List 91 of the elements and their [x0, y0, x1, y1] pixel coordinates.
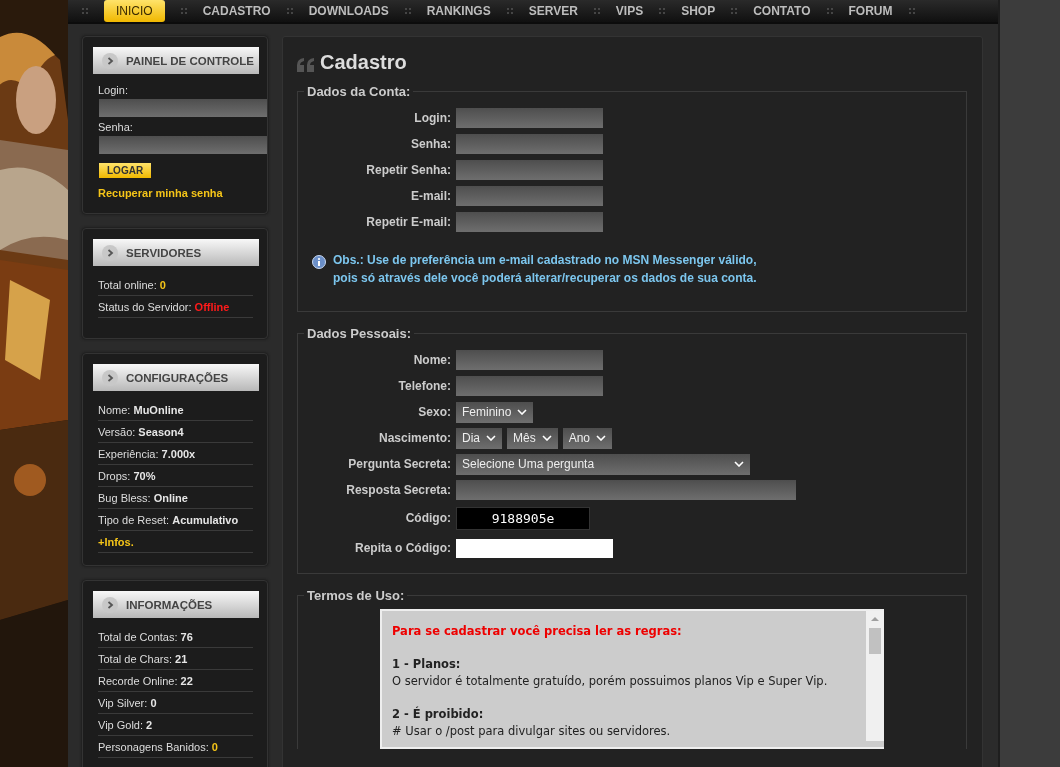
grip-icon	[286, 8, 293, 14]
input-field[interactable]	[99, 136, 267, 154]
stat-text: Drops: 70%	[98, 469, 156, 482]
field-label: Nascimento:	[377, 431, 451, 445]
grip-icon	[659, 8, 666, 14]
field-label: Nome:	[412, 353, 451, 367]
nav-link[interactable]: VIPS	[615, 0, 644, 22]
more-info-link[interactable]: +Infos.	[98, 535, 134, 548]
nav-link[interactable]: CONTATO	[753, 0, 811, 22]
caret-icon	[734, 461, 744, 467]
nav-link[interactable]: DOWNLOADS	[308, 0, 389, 22]
stat-text: Status do Servidor: Offline	[98, 300, 230, 313]
scrollbar[interactable]	[866, 611, 884, 741]
field-label: Login:	[413, 111, 451, 125]
field-label: Código:	[404, 511, 451, 525]
input-field[interactable]	[456, 134, 603, 154]
panel-title: CONFIGURAÇÕES	[126, 371, 229, 384]
grip-icon	[404, 8, 411, 14]
dropdown[interactable]: Feminino	[456, 401, 534, 423]
grip-icon	[731, 8, 738, 14]
stat-text: Vip Gold: 2	[98, 718, 153, 731]
field-label: Senha:	[410, 137, 451, 151]
input-field[interactable]	[456, 212, 603, 232]
section-legend: Termos de Uso:	[304, 588, 408, 603]
field-label: Pergunta Secreta:	[347, 457, 451, 471]
nav-link[interactable]: RANKINGS	[426, 0, 491, 22]
stat-text: Personagens Banidos: 0	[98, 740, 218, 753]
dropdown[interactable]: Ano	[562, 427, 613, 449]
terms-line: # Usar o /post para divulgar sites ou servidores.	[392, 723, 672, 740]
input-field[interactable]	[456, 186, 603, 206]
caret-icon	[596, 435, 607, 441]
stat-text: Recorde Online: 22	[98, 674, 193, 687]
grip-icon	[826, 8, 833, 14]
caret-icon	[517, 409, 528, 415]
field-label: Telefone:	[397, 379, 451, 393]
stat-text: Tipo de Reset: Acumulativo	[98, 513, 239, 526]
page-title: Cadastro	[320, 51, 407, 74]
grip-icon	[180, 8, 187, 14]
field-label: Sexo:	[417, 405, 451, 419]
input-field[interactable]	[456, 108, 603, 128]
input-field[interactable]	[99, 99, 267, 117]
panel-title: SERVIDORES	[126, 246, 202, 259]
stat-text: Total de Chars: 21	[98, 652, 188, 665]
recover-password-link[interactable]: Recuperar minha senha	[98, 187, 223, 199]
terms-line: O servidor é totalmente gratuído, porém possuimos planos Vip e Super Vip.	[392, 673, 829, 690]
section-legend: Dados Pessoais:	[304, 326, 415, 341]
field-label: Repita o Código:	[354, 541, 451, 555]
caret-icon	[486, 435, 496, 441]
nav-link[interactable]: SERVER	[528, 0, 578, 22]
field-label: Senha:	[98, 121, 133, 133]
nav-link[interactable]: SHOP	[681, 0, 716, 22]
terms-line: 1 - Planos:	[392, 656, 462, 674]
panel-title: PAINEL DE CONTROLE	[126, 54, 254, 67]
input-field[interactable]	[456, 376, 603, 396]
stat-text: Experiência: 7.000x	[98, 447, 196, 460]
note-text: Obs.: Use de preferência um e-mail cadastrado no MSN Messenger válido, pois só através dele você poderá alterar/recuperar os dados de sua conta.	[333, 252, 757, 287]
field-label: Repetir Senha:	[365, 163, 451, 177]
nav-link[interactable]: CADASTRO	[202, 0, 271, 22]
stat-text: Nome: MuOnline	[98, 403, 184, 416]
caret-icon	[541, 435, 552, 441]
field-label: Repetir E-mail:	[365, 215, 451, 229]
terms-line: Para se cadastrar você precisa ler as regras:	[392, 623, 683, 640]
login-button[interactable]: LOGAR	[99, 163, 152, 178]
panel-title: INFORMAÇÕES	[126, 598, 213, 611]
nav-link[interactable]: FORUM	[848, 0, 893, 22]
grip-icon	[908, 8, 915, 14]
stat-text: Total online: 0	[98, 278, 166, 291]
input-field[interactable]	[456, 538, 613, 558]
grip-icon	[506, 8, 513, 14]
terms-line: 2 - É proibido:	[392, 706, 485, 724]
input-field[interactable]	[456, 480, 796, 500]
input-field[interactable]	[456, 160, 603, 180]
section-legend: Dados da Conta:	[304, 84, 414, 99]
field-label: Login:	[98, 84, 128, 96]
input-field[interactable]	[456, 350, 603, 370]
dropdown[interactable]: Mês	[507, 427, 558, 449]
terms-text-area[interactable]: Para se cadastrar você precisa ler as regras: 1 - Planos: O servidor é totalmente gratuído, porém possuimos planos Vip e Super Vip. 2 - É proibido: # Usar o /post para divulgar sites ou servidores.	[380, 609, 884, 749]
stat-text: Vip Silver: 0	[98, 696, 157, 709]
quote-icon	[297, 57, 315, 72]
grip-icon	[82, 8, 88, 14]
grip-icon	[593, 8, 600, 14]
stat-text: Versão: Season4	[98, 425, 184, 438]
stat-text: Total de Contas: 76	[98, 630, 193, 643]
field-label: Resposta Secreta:	[345, 483, 451, 497]
captcha-code: 9188905e	[456, 506, 590, 530]
stat-text: Bug Bless: Online	[98, 491, 188, 504]
field-label: E-mail:	[410, 189, 451, 203]
info-icon	[312, 255, 326, 269]
nav-link[interactable]: INICIO	[104, 0, 165, 22]
dropdown[interactable]: Dia	[456, 427, 502, 449]
dropdown[interactable]: Selecione Uma pergunta	[456, 453, 750, 475]
